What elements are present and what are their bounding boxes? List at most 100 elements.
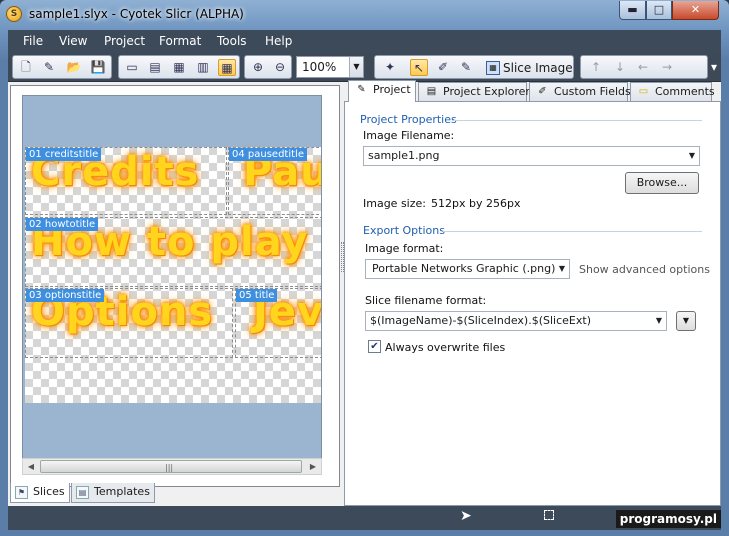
toolbar-overflow-icon[interactable]: ▾ [708,59,720,76]
menu-format[interactable]: Format [159,34,201,48]
zoom-toolbar-group: ⊕ ⊖ [244,55,292,79]
slice-region[interactable]: 03 optionstitle [25,288,233,358]
project-panel: Project Properties Image Filename: sampl… [344,101,721,506]
image-format-select[interactable]: Portable Networks Graphic (.png) ▼ [365,259,570,279]
view-toolbar-group: ▭ ▤ ▦ ▥ ▦ [118,55,240,79]
title-bar[interactable]: S sample1.slyx - Cyotek Slicr (ALPHA) ▬ … [0,0,729,30]
chevron-down-icon[interactable]: ▼ [656,312,662,330]
menu-help[interactable]: Help [265,34,292,48]
zoom-value: 100% [302,60,337,74]
slice-image-button[interactable]: ▦ Slice Image [483,58,575,78]
scroll-left-icon[interactable]: ◀ [23,459,39,474]
image-filename-label: Image Filename: [363,129,455,142]
minimize-button[interactable]: ▬ [619,1,646,20]
move-right-icon[interactable]: → [658,59,676,76]
grid-icon[interactable]: ▦ [218,59,236,76]
zoom-select[interactable]: 100% ▼ [296,56,364,78]
slice-filename-select[interactable]: $(ImageName)-$(SliceIndex).$(SliceExt) ▼ [365,311,667,331]
tab-templates[interactable]: ▤ Templates [71,483,155,503]
scrollbar-thumb[interactable]: ||| [40,460,302,473]
image-format-label: Image format: [365,242,444,255]
tab-comments[interactable]: ▭ Comments [630,82,715,101]
edit-icon[interactable]: ✎ [40,59,58,76]
app-icon: S [6,6,22,22]
view-mode-1-icon[interactable]: ▭ [123,59,141,76]
pencil-icon[interactable]: ✐ [434,59,452,76]
brush-icon[interactable]: ✎ [457,59,475,76]
show-advanced-options[interactable]: Show advanced options [579,263,710,276]
image-filename-value: sample1.png [368,149,440,162]
selection-icon [544,510,554,520]
zoom-in-icon[interactable]: ⊕ [249,59,267,76]
new-file-icon[interactable]: 🗋 [17,59,35,76]
view-mode-4-icon[interactable]: ▥ [194,59,212,76]
section-divider [452,120,702,121]
slice-label: 05 title [236,289,278,302]
pencil-icon: ✐ [538,86,547,97]
comment-icon: ▭ [638,86,649,97]
watermark: programosy.pl [615,510,721,528]
client-area: Credits Pau How to play Options Jev 01 c… [8,80,721,506]
image-size-label: Image size: [363,197,426,210]
image-filename-select[interactable]: sample1.png ▼ [363,146,700,166]
menu-bar: File View Project Format Tools Help [8,30,721,53]
tab-label: Slices [33,485,65,498]
maximize-button[interactable]: □ [646,1,672,20]
tab-project[interactable]: ✎ Project [348,80,416,102]
overwrite-label[interactable]: Always overwrite files [385,341,505,354]
chevron-down-icon[interactable]: ▼ [689,147,695,165]
scroll-right-icon[interactable]: ▶ [305,459,321,474]
project-icon: ✎ [357,84,366,95]
view-mode-2-icon[interactable]: ▤ [146,59,164,76]
application-window: S sample1.slyx - Cyotek Slicr (ALPHA) ▬ … [0,0,729,536]
pointer-icon[interactable]: ↖ [410,59,428,76]
image-format-value: Portable Networks Graphic (.png) [372,262,556,275]
chevron-down-icon[interactable]: ▼ [559,260,565,278]
browse-button[interactable]: Browse... [625,172,699,194]
tab-slices[interactable]: ⚑ Slices [10,483,70,503]
slice-filename-value: $(ImageName)-$(SliceIndex).$(SliceExt) [370,314,591,327]
tab-project-explorer[interactable]: ▤ Project Explorer [418,82,530,101]
status-bar: ➤ ⇕ programosy.pl [8,506,721,530]
slice-region[interactable]: 02 howtotitle [25,217,321,287]
section-heading-export-options: Export Options [363,224,445,237]
open-folder-icon[interactable]: 📂 [65,59,83,76]
slice-region[interactable]: 05 title [235,288,321,358]
magic-wand-icon[interactable]: ✦ [381,59,399,76]
menu-view[interactable]: View [59,34,87,48]
templates-icon: ▤ [76,486,89,499]
tab-label: Comments [655,85,715,98]
menu-tools[interactable]: Tools [217,34,247,48]
right-panel-tabs: ✎ Project ▤ Project Explorer ✐ Custom Fi… [348,80,718,102]
flag-icon: ⚑ [15,486,28,499]
tab-label: Project [373,83,411,96]
zoom-out-icon[interactable]: ⊖ [271,59,289,76]
overwrite-checkbox[interactable]: ✔ [368,340,381,353]
image-size-value: 512px by 256px [431,197,521,210]
explorer-icon: ▤ [426,86,437,97]
chevron-down-icon[interactable]: ▼ [349,57,363,77]
sprite-sheet[interactable]: Credits Pau How to play Options Jev 01 c… [25,147,321,403]
horizontal-scrollbar[interactable]: ◀ ||| ▶ [22,458,322,475]
menu-file[interactable]: File [23,34,43,48]
slice-filename-tokens-button[interactable]: ▼ [676,311,696,331]
image-canvas[interactable]: Credits Pau How to play Options Jev 01 c… [22,95,322,459]
toolbar: 🗋 ✎ 📂 💾 ▭ ▤ ▦ ▥ ▦ ⊕ ⊖ 100% ▼ ✦ ↖ ✐ ✎ ▦ S… [8,53,721,82]
close-button[interactable]: ✕ [672,1,719,20]
section-divider [443,231,702,232]
tab-label: Custom Fields [554,85,631,98]
view-mode-3-icon[interactable]: ▦ [170,59,188,76]
save-icon[interactable]: 💾 [89,59,107,76]
slice-region[interactable]: 04 pausedtitle [228,147,321,215]
cursor-icon: ➤ [460,508,472,524]
move-up-icon[interactable]: ↑ [587,59,605,76]
tools-toolbar-group: ✦ ↖ ✐ ✎ ▦ Slice Image [374,55,574,79]
move-left-icon[interactable]: ← [634,59,652,76]
slice-filename-label: Slice filename format: [365,294,487,307]
tab-custom-fields[interactable]: ✐ Custom Fields [529,82,631,101]
move-down-icon[interactable]: ↓ [611,59,629,76]
slice-image-icon: ▦ [486,61,500,75]
slice-region[interactable]: 01 creditstitle [25,147,227,215]
left-panel-tabs: ⚑ Slices ▤ Templates [10,483,340,505]
menu-project[interactable]: Project [104,34,145,48]
